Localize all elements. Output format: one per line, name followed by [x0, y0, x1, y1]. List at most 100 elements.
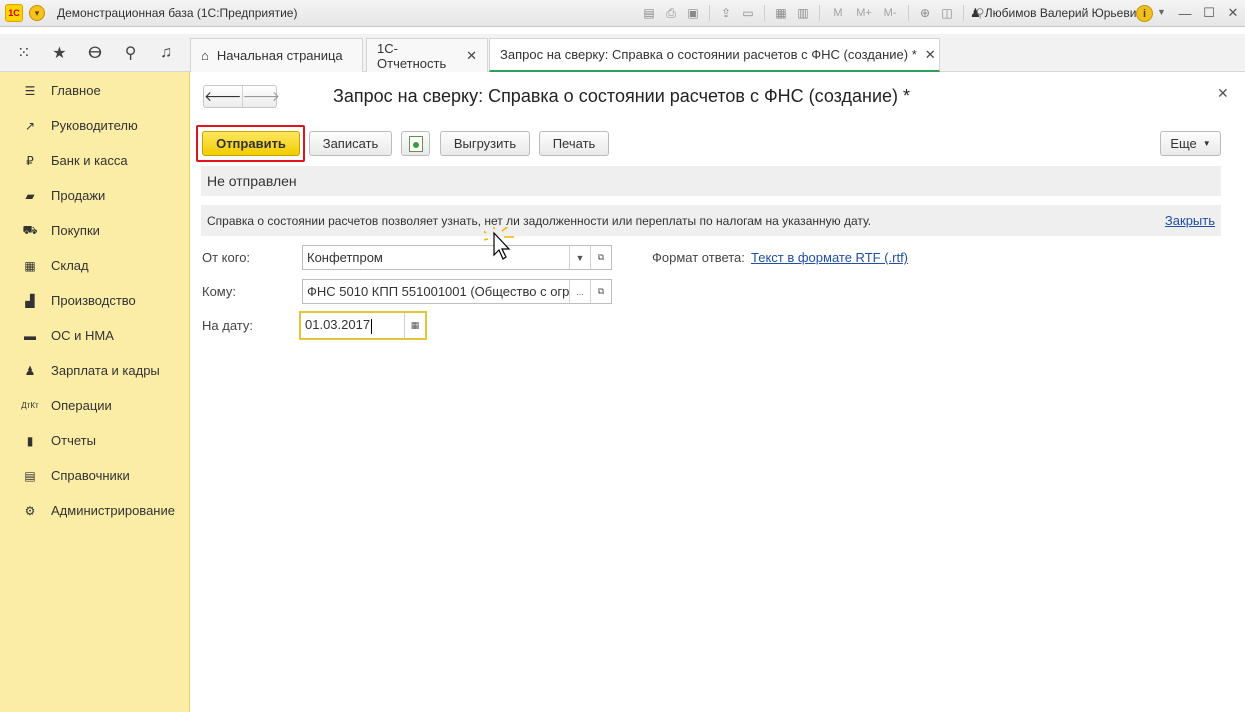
print-button[interactable]: Печать — [539, 131, 609, 156]
apps-grid-icon[interactable]: ⁙ — [12, 41, 36, 65]
history-icon[interactable]: ⴱ — [83, 41, 107, 65]
sidebar-item-reports[interactable]: ▮ Отчеты — [0, 423, 190, 458]
more-button[interactable]: Еще ▼ — [1160, 131, 1221, 156]
sidebar-item-operations[interactable]: ДтКт Операции — [0, 388, 190, 423]
sidebar-item-bank[interactable]: ₽ Банк и касса — [0, 143, 190, 178]
status-bar: Не отправлен — [201, 166, 1221, 196]
open-icon[interactable]: ⧉ — [590, 246, 611, 269]
navigation-buttons: 🡐 🡒 — [203, 85, 280, 108]
sidebar-item-directories[interactable]: ▤ Справочники — [0, 458, 190, 493]
to-field[interactable]: ФНС 5010 КПП 551001001 (Общество с огр .… — [302, 279, 612, 304]
home-icon: ⌂ — [201, 48, 209, 63]
separator — [963, 5, 964, 21]
sidebar-item-label: Производство — [51, 293, 136, 308]
date-label: На дату: — [202, 318, 253, 333]
main-menu-button[interactable]: ▾ — [29, 5, 45, 21]
sidebar-item-fixed-assets[interactable]: ▬ ОС и НМА — [0, 318, 190, 353]
to-label: Кому: — [202, 284, 236, 299]
sidebar-item-main[interactable]: ☰ Главное — [0, 73, 190, 108]
calculator-icon[interactable]: ▦ — [772, 4, 790, 22]
person-icon: ♟ — [24, 363, 36, 378]
trend-icon: ↗ — [24, 118, 36, 133]
tab-1c-reporting[interactable]: 1С-Отчетность ✕ — [366, 38, 488, 72]
sidebar-item-purchases[interactable]: ⛟ Покупки — [0, 213, 190, 248]
date-value: 01.03.2017 — [305, 317, 371, 333]
sidebar-item-label: Склад — [51, 258, 89, 273]
date-input: 01.03.2017 — [301, 317, 404, 334]
save-green-icon — [408, 135, 423, 152]
hamburger-icon: ☰ — [24, 83, 36, 98]
panels-icon[interactable]: ◫ — [938, 4, 956, 22]
current-user[interactable]: ♟ Любимов Валерий Юрьевич — [970, 6, 1143, 20]
sidebar-item-payroll[interactable]: ♟ Зарплата и кадры — [0, 353, 190, 388]
separator — [908, 5, 909, 21]
app-title: Демонстрационная база (1С:Предприятие) — [57, 6, 298, 20]
minimize-icon[interactable]: — — [1175, 3, 1195, 23]
sidebar-item-sales[interactable]: ▰ Продажи — [0, 178, 190, 213]
back-arrow-icon[interactable]: 🡐 — [204, 86, 242, 107]
sidebar-item-administration[interactable]: ⚙ Администрирование — [0, 493, 190, 528]
upload-icon[interactable]: ⇪ — [717, 4, 735, 22]
sidebar-item-warehouse[interactable]: ▦ Склад — [0, 248, 190, 283]
calendar-icon[interactable]: ▦ — [404, 313, 425, 338]
calendar-icon[interactable]: ▥ — [794, 4, 812, 22]
document-icon[interactable]: ▭ — [739, 4, 757, 22]
1c-logo-icon: 1С — [5, 4, 23, 22]
bell-icon[interactable]: ♫ — [154, 41, 178, 65]
export-button[interactable]: Выгрузить — [440, 131, 530, 156]
tab-reconciliation-request[interactable]: Запрос на сверку: Справка о состоянии ра… — [489, 38, 940, 72]
open-icon[interactable]: ⧉ — [590, 280, 611, 303]
sidebar-item-label: Справочники — [51, 468, 130, 483]
close-icon[interactable]: ✕ — [1223, 3, 1243, 23]
tab-home[interactable]: ⌂ Начальная страница — [190, 38, 363, 72]
memory-button[interactable]: M — [827, 4, 849, 22]
separator — [709, 5, 710, 21]
close-tab-icon[interactable]: ✕ — [466, 48, 477, 64]
close-tab-icon[interactable]: ✕ — [925, 47, 936, 63]
sidebar-item-production[interactable]: ▟ Производство — [0, 283, 190, 318]
star-icon[interactable]: ★ — [47, 41, 71, 65]
title-bar: 1С ▾ Демонстрационная база (1С:Предприят… — [0, 0, 1245, 27]
close-info-link[interactable]: Закрыть — [1165, 213, 1215, 228]
select-button[interactable]: ... — [569, 280, 590, 303]
memory-plus-button[interactable]: M+ — [853, 4, 875, 22]
books-icon: ▤ — [24, 468, 36, 483]
close-form-icon[interactable]: ✕ — [1217, 85, 1229, 102]
sidebar-item-label: Покупки — [51, 223, 100, 238]
chevron-down-icon[interactable]: ▼ — [569, 246, 590, 269]
search-icon[interactable]: ⚲ — [119, 41, 143, 65]
sidebar-item-manager[interactable]: ↗ Руководителю — [0, 108, 190, 143]
chevron-down-icon[interactable]: ▼ — [1157, 7, 1166, 17]
user-icon: ♟ — [970, 6, 981, 20]
cart-icon: ⛟ — [22, 222, 38, 237]
sidebar-item-label: Руководителю — [51, 118, 138, 133]
from-value: Конфетпром — [307, 250, 383, 265]
sidebar-item-label: Отчеты — [51, 433, 96, 448]
zoom-icon[interactable]: ⊕ — [916, 4, 934, 22]
separator — [764, 5, 765, 21]
window-controls: — ☐ ✕ — [1175, 3, 1243, 23]
maximize-icon[interactable]: ☐ — [1199, 3, 1219, 23]
response-format-label: Формат ответа: — [652, 250, 745, 265]
print-icon[interactable]: ⎙ — [662, 4, 680, 22]
save-button[interactable]: Записать — [309, 131, 392, 156]
memory-minus-button[interactable]: M- — [879, 4, 901, 22]
tab-label: Запрос на сверку: Справка о состоянии ра… — [500, 47, 917, 62]
from-field[interactable]: Конфетпром ▼ ⧉ — [302, 245, 612, 270]
preview-icon[interactable]: ▣ — [684, 4, 702, 22]
to-value: ФНС 5010 КПП 551001001 (Общество с огр — [307, 284, 569, 299]
sidebar-item-label: Администрирование — [51, 503, 175, 518]
ruble-icon: ₽ — [26, 153, 34, 168]
send-button[interactable]: Отправить — [202, 131, 300, 156]
save-icon[interactable]: ▤ — [640, 4, 658, 22]
response-format-link[interactable]: Текст в формате RTF (.rtf) — [751, 250, 908, 265]
form-title: Запрос на сверку: Справка о состоянии ра… — [333, 86, 911, 106]
info-icon[interactable]: i — [1136, 5, 1153, 22]
info-panel: Справка о состоянии расчетов позволяет у… — [201, 205, 1221, 236]
sidebar-item-label: Банк и касса — [51, 153, 128, 168]
forward-arrow-icon[interactable]: 🡒 — [241, 86, 280, 107]
tab-label: Начальная страница — [216, 48, 343, 63]
date-field[interactable]: 01.03.2017 ▦ — [299, 311, 427, 340]
save-and-close-button[interactable] — [401, 131, 430, 156]
sidebar-item-label: Главное — [51, 83, 101, 98]
